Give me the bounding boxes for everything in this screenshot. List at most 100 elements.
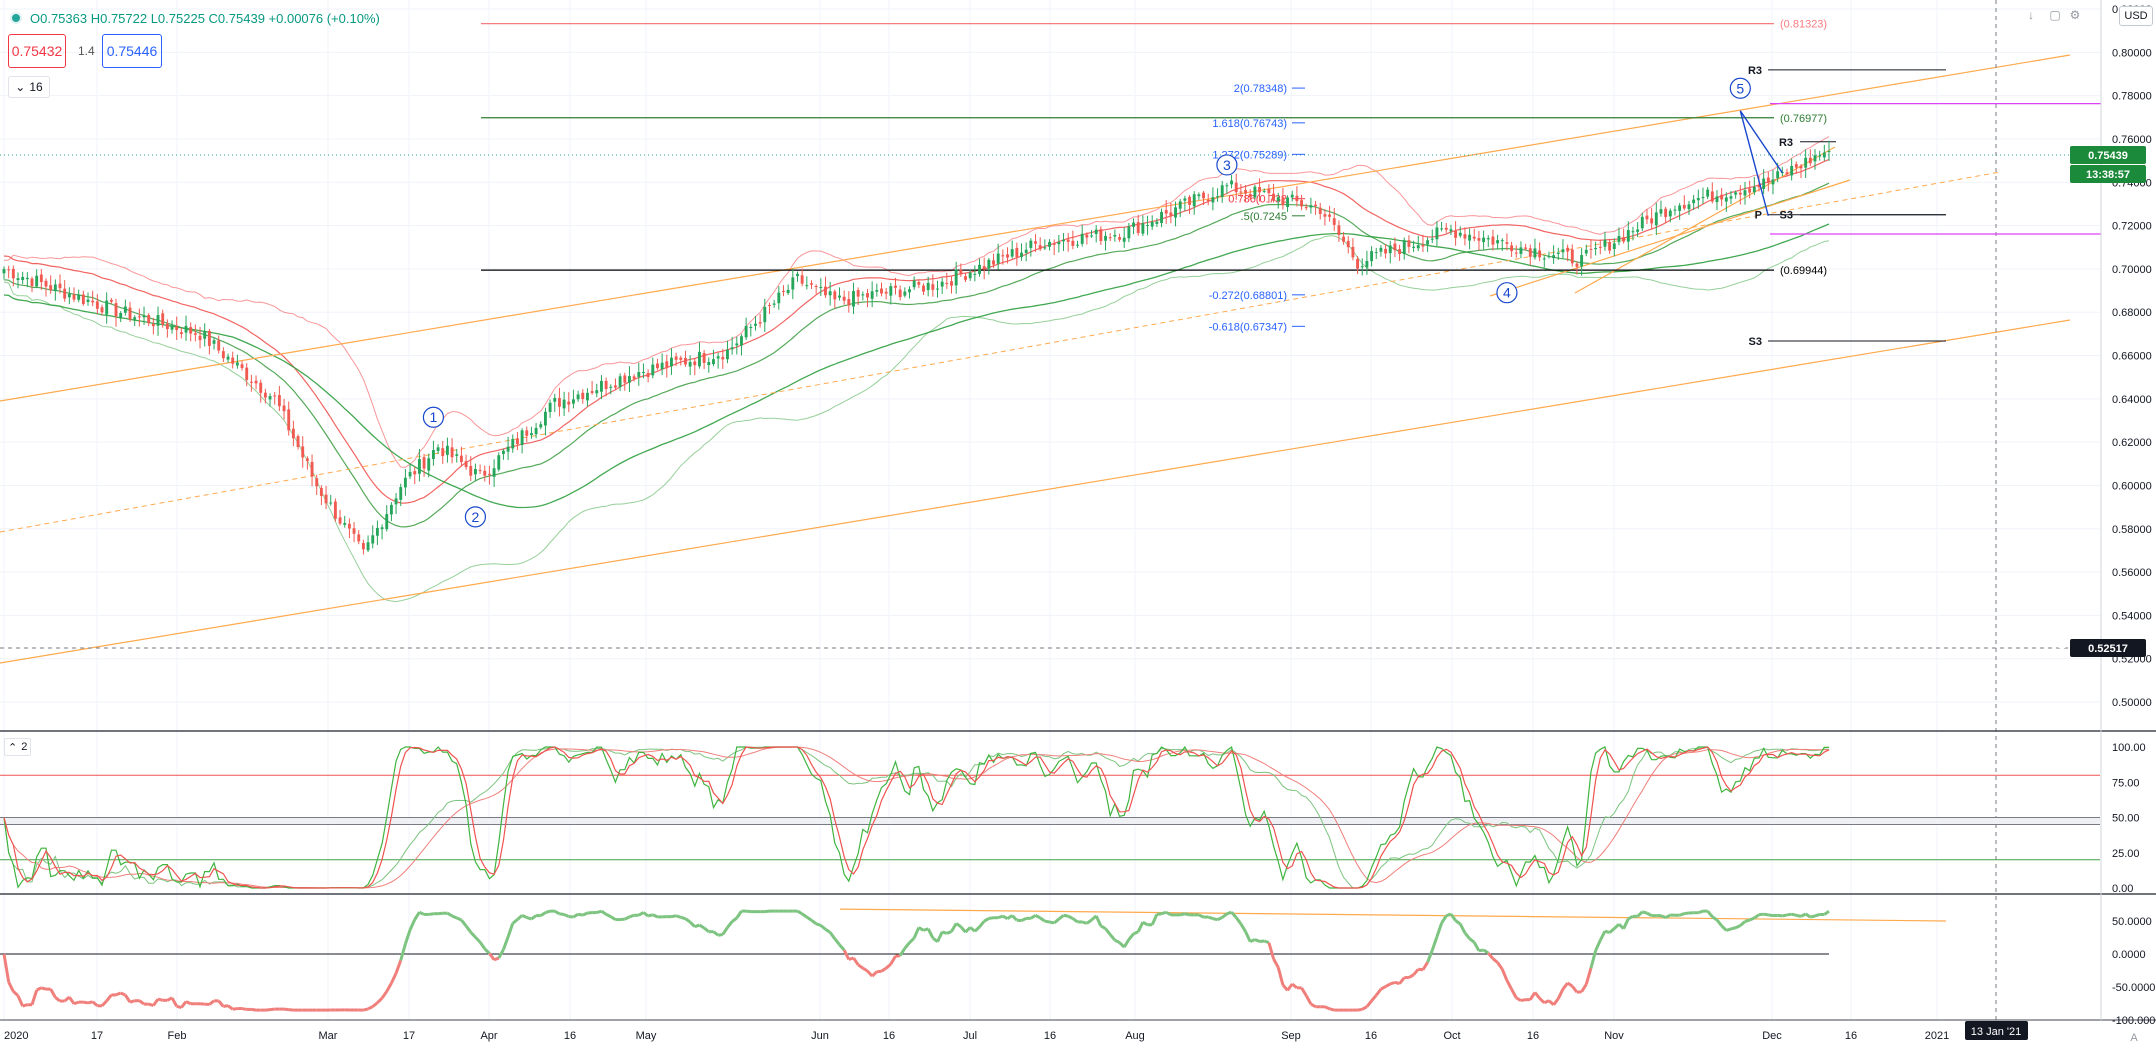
sell-button[interactable]: 0.75432	[8, 34, 66, 68]
candle-body	[175, 326, 179, 331]
time-tick-label: 16	[883, 1030, 895, 1042]
candle-body	[319, 487, 323, 496]
trading-chart[interactable]: (0.81323) (0.76977) (0.69944) 2(0.78348) 1.6…	[0, 0, 2156, 1050]
candle-body	[1752, 186, 1756, 193]
osc-segment	[418, 910, 425, 916]
candle-body	[240, 364, 244, 369]
osc-segment	[1310, 1002, 1317, 1009]
time-tick-label: 17	[91, 1030, 103, 1042]
candle-body	[842, 296, 846, 301]
wave-label: 4	[1503, 285, 1511, 301]
candle-body	[39, 274, 43, 282]
osc-segment	[721, 926, 729, 936]
osc-segment	[1533, 991, 1541, 1000]
candle-body	[1136, 222, 1140, 233]
fib-label: -0.272(0.68801)	[1209, 290, 1287, 302]
candle-body	[1654, 212, 1658, 226]
osc-segment	[1664, 913, 1672, 919]
candle-body	[1225, 185, 1229, 187]
osc-segment	[745, 909, 751, 914]
osc-segment	[1571, 985, 1579, 994]
candle-body	[525, 430, 529, 436]
candle-body	[1332, 218, 1336, 225]
candle-body	[427, 458, 431, 471]
candle-body	[604, 380, 608, 390]
osc-segment	[1749, 916, 1755, 922]
candle-body	[1491, 236, 1495, 245]
quantity-stepper[interactable]: ⌄ 16	[8, 76, 50, 98]
osc-segment	[1660, 914, 1667, 920]
candle-body	[819, 286, 823, 288]
candle-body	[1309, 205, 1313, 208]
candle-body	[674, 356, 678, 360]
osc-segment	[115, 991, 122, 997]
candle-body	[1314, 204, 1318, 207]
candle-body	[1519, 247, 1523, 254]
candle-body	[287, 409, 291, 431]
candle-body	[119, 313, 123, 319]
download-icon[interactable]: ↓	[2024, 8, 2038, 22]
candle-body	[1062, 239, 1065, 242]
candle-body	[1244, 190, 1248, 194]
osc-segment	[1786, 912, 1792, 917]
auto-scale-button[interactable]: A	[2126, 1030, 2142, 1046]
price-tick-label: 0.50000	[2112, 697, 2152, 709]
candle-body	[2, 269, 6, 274]
candle-body	[824, 286, 827, 296]
candle-body	[1388, 245, 1392, 254]
osc-segment	[1720, 924, 1728, 932]
osc-segment	[1127, 932, 1135, 941]
candle-body	[291, 428, 295, 439]
candle-body	[217, 340, 221, 351]
candle-body	[91, 300, 95, 303]
candle-body	[1785, 172, 1789, 175]
osc-segment	[983, 917, 990, 923]
osc-tick-label: -50.0000	[2112, 982, 2155, 994]
candle-body	[58, 283, 62, 289]
osc-segment	[1500, 968, 1509, 982]
osc-segment	[1398, 976, 1406, 985]
osc-segment	[671, 914, 677, 919]
candle-body	[898, 289, 902, 298]
candle-body	[740, 336, 743, 346]
maximize-icon[interactable]: ▢	[2048, 8, 2062, 22]
buy-button[interactable]: 0.75446	[102, 34, 162, 68]
symbol-legend: O0.75363 H0.75722 L0.75225 C0.75439 +0.0…	[10, 8, 380, 28]
candle-body	[1024, 249, 1028, 253]
wave-label: 2	[472, 509, 480, 525]
osc-segment	[185, 1000, 192, 1006]
osc-segment	[796, 909, 803, 916]
osc-segment	[1440, 914, 1448, 924]
time-tick-label: Feb	[168, 1030, 187, 1042]
oscillator-legend[interactable]: ⌃ 2	[4, 738, 32, 756]
candle-body	[408, 472, 412, 477]
candle-body	[557, 398, 561, 407]
candle-body	[198, 335, 202, 341]
candle-body	[637, 372, 641, 377]
settings-icon[interactable]: ⚙	[2068, 8, 2082, 22]
stoch-tick-label: 75.00	[2112, 777, 2140, 789]
candle-body	[987, 259, 991, 269]
candle-body	[128, 307, 132, 320]
candle-body	[581, 392, 585, 400]
osc-segment	[852, 957, 860, 966]
candle-body	[590, 391, 594, 393]
osc-segment	[895, 954, 901, 958]
candle-body	[1612, 243, 1616, 250]
candle-body	[702, 353, 706, 363]
osc-segment	[1198, 913, 1205, 919]
wave-label: 3	[1223, 157, 1231, 173]
candle-body	[618, 376, 622, 388]
candle-body	[777, 292, 781, 304]
candle-body	[1192, 194, 1196, 207]
osc-segment	[1067, 914, 1074, 920]
candle-body	[543, 411, 547, 426]
candle-body	[501, 450, 505, 454]
currency-badge[interactable]: USD	[2119, 6, 2153, 26]
osc-segment	[712, 930, 720, 937]
osc-segment	[1357, 1007, 1363, 1012]
candle-body	[147, 315, 151, 324]
candle-body	[968, 272, 972, 279]
osc-segment	[129, 999, 136, 1004]
candle-body	[1715, 196, 1719, 203]
